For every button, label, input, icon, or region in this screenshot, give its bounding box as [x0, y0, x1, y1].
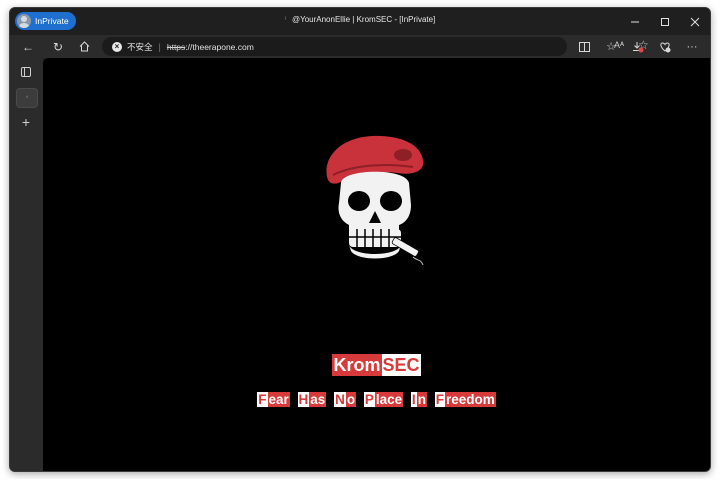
- tab-actions-button[interactable]: [16, 63, 36, 81]
- tab-title-text: @YourAnonEllie | KromSEC - [InPrivate]: [291, 15, 436, 24]
- tab-title: ⁱ @YourAnonEllie | KromSEC - [InPrivate]: [10, 15, 710, 24]
- home-icon: [79, 41, 89, 52]
- close-icon: [690, 17, 700, 26]
- tagline-initial: P: [363, 392, 375, 407]
- tab-favicon-icon: ⁱ: [26, 95, 28, 102]
- tagline-rest: ear: [267, 392, 290, 407]
- browser-window: InPrivate ⁱ @YourAnonEllie | KromSEC - [I…: [9, 7, 711, 472]
- more-button[interactable]: ···: [682, 37, 702, 56]
- refresh-button[interactable]: ↻: [48, 37, 68, 56]
- url-host: ://theerapone.com: [185, 41, 254, 52]
- split-screen-button[interactable]: [574, 37, 594, 56]
- downloads-icon: [633, 41, 644, 52]
- tagline: Fear Has No Place In Freedom: [43, 391, 710, 409]
- tab-actions-icon: [21, 67, 31, 77]
- brand-part-sec: SEC: [381, 354, 421, 376]
- tagline-initial: H: [297, 392, 310, 407]
- tagline-rest: reedom: [444, 392, 496, 407]
- brand-title: Krom SEC: [43, 354, 710, 376]
- tagline-rest: as: [309, 392, 327, 407]
- tagline-initial: N: [334, 392, 346, 407]
- brand-part-krom: Krom: [332, 354, 382, 376]
- new-tab-icon: +: [21, 114, 31, 130]
- page-content: Krom SEC Fear Has No Place In Freedom: [43, 58, 710, 471]
- tagline-word: Fear: [257, 391, 290, 409]
- maximize-button[interactable]: [650, 8, 680, 35]
- tagline-initial: F: [257, 392, 268, 407]
- home-button[interactable]: [74, 37, 94, 56]
- not-secure-icon[interactable]: ×: [112, 41, 122, 52]
- new-tab-button[interactable]: +: [16, 113, 36, 131]
- tagline-word: Place: [363, 391, 404, 409]
- tagline-rest: o: [345, 392, 357, 407]
- tagline-initial: F: [434, 392, 445, 407]
- back-icon: ←: [22, 39, 34, 54]
- tab-favicon-icon: ⁱ: [284, 17, 286, 24]
- vertical-tab-sidebar: ⁱ +: [10, 58, 43, 471]
- more-icon: ···: [686, 40, 698, 53]
- tagline-word: Freedom: [434, 391, 496, 409]
- minimize-button[interactable]: [620, 8, 650, 35]
- browser-essentials-icon: [660, 41, 671, 52]
- tagline-rest: n: [416, 392, 427, 407]
- close-button[interactable]: [680, 8, 710, 35]
- favorites-button[interactable]: ☆: [601, 37, 621, 56]
- tagline-word: In: [410, 391, 427, 409]
- maximize-icon: [661, 17, 669, 26]
- title-bar: InPrivate ⁱ @YourAnonEllie | KromSEC - [I…: [10, 8, 710, 35]
- tagline-word: Has: [297, 391, 327, 409]
- tagline-word: No: [334, 391, 357, 409]
- skull-beret-logo: [326, 135, 424, 266]
- vertical-tab-item[interactable]: ⁱ: [16, 88, 38, 108]
- url-bar[interactable]: × 不安全 | https://theerapone.com Aᴬ ☆: [102, 37, 649, 56]
- security-status[interactable]: 不安全: [127, 41, 153, 53]
- url-separator: |: [158, 41, 161, 52]
- split-screen-icon: [578, 41, 590, 52]
- tagline-rest: lace: [374, 392, 404, 407]
- back-button[interactable]: ←: [18, 37, 38, 56]
- browser-essentials-button[interactable]: [655, 37, 675, 56]
- minimize-icon: [631, 21, 639, 22]
- downloads-button[interactable]: [628, 37, 648, 56]
- address-toolbar: ← ↻ × 不安全 | https://theerapone.com Aᴬ ☆ …: [10, 35, 710, 58]
- refresh-icon: ↻: [52, 39, 64, 54]
- tagline-initial: I: [410, 392, 417, 407]
- url-scheme: https: [166, 41, 186, 52]
- favorites-icon: ☆: [606, 41, 616, 53]
